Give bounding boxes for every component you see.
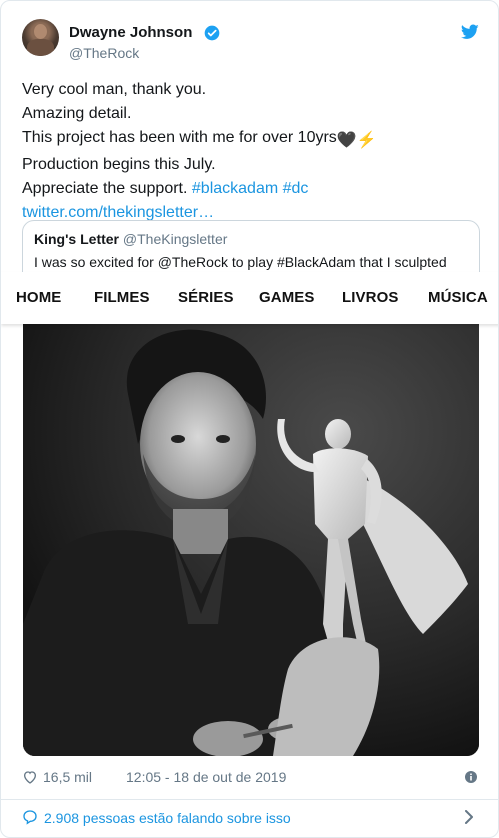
author-handle[interactable]: @TheRock <box>69 45 139 61</box>
hashtag-dc[interactable]: #dc <box>283 180 309 197</box>
tweet-line-5-text: Appreciate the support. <box>22 180 192 197</box>
tweet-footer: 16,5 mil 12:05 - 18 de out de 2019 <box>22 768 482 788</box>
quoted-author: King's Letter @TheKingsletter <box>34 231 227 247</box>
tweet-text: Very cool man, thank you. Amazing detail… <box>22 78 482 225</box>
sculptor-photo-image <box>23 324 479 756</box>
quoted-tweet-text: I was so excited for @TheRock to play #B… <box>34 254 447 270</box>
chevron-right-icon[interactable] <box>464 810 474 824</box>
embedded-tweet-card: Dwayne Johnson @TheRock Very cool man, t… <box>0 0 499 838</box>
tweet-line-5: Appreciate the support. #blackadam #dc <box>22 177 482 201</box>
heart-lightning-emoji: 🖤⚡ <box>336 132 377 149</box>
tweet-line-3: This project has been with me for over 1… <box>22 126 482 153</box>
nav-filmes[interactable]: FILMES <box>94 289 150 306</box>
speech-bubble-icon <box>23 810 37 825</box>
nav-musica[interactable]: MÚSICA <box>428 289 488 306</box>
hashtag-blackadam[interactable]: #blackadam <box>192 180 278 197</box>
info-icon[interactable] <box>465 771 477 783</box>
tweet-photo[interactable] <box>23 324 479 756</box>
nav-series[interactable]: SÉRIES <box>178 289 234 306</box>
author-name[interactable]: Dwayne Johnson <box>69 24 192 41</box>
twitter-bird-icon[interactable] <box>461 24 479 40</box>
tweet-timestamp[interactable]: 12:05 - 18 de out de 2019 <box>126 769 286 785</box>
nav-home[interactable]: HOME <box>16 289 61 306</box>
heart-icon[interactable] <box>22 769 38 785</box>
verified-badge-icon <box>204 25 220 41</box>
quoted-author-name: King's Letter <box>34 231 120 247</box>
tweet-line-3-text: This project has been with me for over 1… <box>22 129 337 146</box>
site-nav-bar: HOME FILMES SÉRIES GAMES LIVROS MÚSICA <box>1 272 498 324</box>
quoted-author-handle: @TheKingsletter <box>122 231 228 247</box>
like-count[interactable]: 16,5 mil <box>43 769 92 785</box>
tweet-line-2: Amazing detail. <box>22 105 132 122</box>
tweet-line-1: Very cool man, thank you. <box>22 81 207 98</box>
nav-livros[interactable]: LIVROS <box>342 289 398 306</box>
nav-games[interactable]: GAMES <box>259 289 315 306</box>
author-avatar[interactable] <box>22 19 59 56</box>
tweet-line-4: Production begins this July. <box>22 156 216 173</box>
conversation-label: 2.908 pessoas estão falando sobre isso <box>44 810 291 826</box>
footer-divider <box>1 799 498 800</box>
